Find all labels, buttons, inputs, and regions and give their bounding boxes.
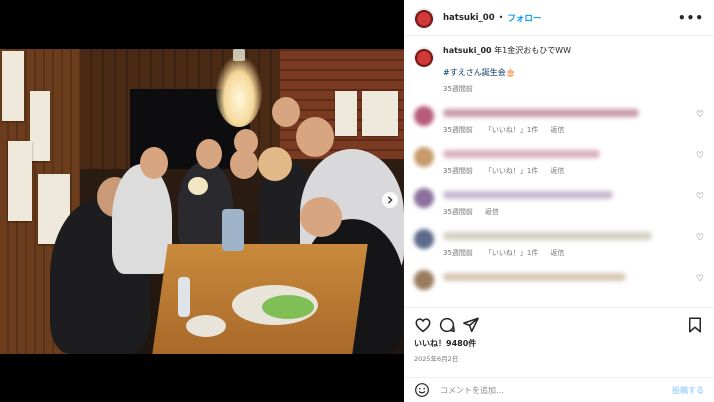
chevron-right-icon — [387, 196, 393, 204]
comment-text-blurred — [443, 150, 600, 158]
comment-input[interactable] — [440, 385, 672, 395]
separator-dot: • — [498, 13, 504, 22]
next-photo-button[interactable] — [382, 192, 398, 208]
bookmark-icon[interactable] — [686, 316, 704, 334]
comment-time: 35週間前 — [443, 167, 473, 175]
comment-meta: 35週間前 「いいね！」1件 返信 — [443, 125, 704, 135]
comment-text-blurred — [443, 273, 626, 281]
caption-avatar[interactable] — [414, 47, 434, 67]
comment-text-blurred — [443, 232, 652, 240]
post-photo[interactable] — [0, 49, 404, 354]
photo-pane — [0, 0, 404, 402]
post-date: 2025年6月2日 — [414, 355, 459, 363]
emoji-icon[interactable] — [414, 382, 430, 398]
caption-username[interactable]: hatsuki_00 — [443, 46, 492, 55]
comment-meta: 35週間前 「いいね！」1件 返信 — [443, 166, 704, 176]
commenter-avatar[interactable] — [414, 106, 434, 126]
comment-meta: 35週間前 返信 — [443, 207, 704, 217]
reply-button[interactable]: 返信 — [550, 166, 564, 176]
comment-likes[interactable]: 「いいね！」1件 — [485, 166, 538, 176]
author-avatar[interactable] — [414, 7, 434, 28]
follow-button[interactable]: フォロー — [507, 12, 541, 24]
comment-likes[interactable]: 「いいね！」1件 — [485, 248, 538, 258]
commenter-avatar[interactable] — [414, 188, 434, 208]
commenter-avatar[interactable] — [414, 147, 434, 167]
comment-like-icon[interactable]: ♡ — [696, 233, 704, 243]
action-bar: いいね！9480件 2025年6月2日 — [404, 307, 714, 377]
commenter-avatar[interactable] — [414, 270, 434, 290]
post-modal: hatsuki_00 • フォロー ••• hatsuki_00 年1金沢おもひ… — [0, 0, 714, 402]
post-comment-button[interactable]: 投稿する — [672, 385, 704, 396]
comment-meta: 35週間前 「いいね！」1件 返信 — [443, 248, 704, 258]
post-header: hatsuki_00 • フォロー ••• — [404, 0, 714, 36]
comment-like-icon[interactable]: ♡ — [696, 192, 704, 202]
comment-time: 35週間前 — [443, 249, 473, 257]
reply-button[interactable]: 返信 — [485, 207, 499, 217]
comment-text-blurred — [443, 109, 639, 117]
caption-time: 35週間前 — [443, 85, 473, 93]
comment-time: 35週間前 — [443, 126, 473, 134]
comment-like-icon[interactable]: ♡ — [696, 274, 704, 284]
caption-hashtag[interactable]: #すえさん誕生会🎂 — [443, 67, 704, 78]
share-icon[interactable] — [462, 316, 480, 334]
comment-icon[interactable] — [438, 316, 456, 334]
info-pane: hatsuki_00 • フォロー ••• hatsuki_00 年1金沢おもひ… — [404, 0, 714, 402]
comment-item: ♡ — [414, 270, 704, 290]
reply-button[interactable]: 返信 — [550, 248, 564, 258]
likes-count[interactable]: いいね！9480件 — [414, 338, 704, 349]
comment-like-icon[interactable]: ♡ — [696, 110, 704, 120]
comment-item: 35週間前 返信 ♡ — [414, 188, 704, 217]
comment-item: 35週間前 「いいね！」1件 返信 ♡ — [414, 229, 704, 258]
commenter-avatar[interactable] — [414, 229, 434, 249]
comment-text-blurred — [443, 191, 613, 199]
comment-time: 35週間前 — [443, 208, 473, 216]
comment-likes[interactable]: 「いいね！」1件 — [485, 125, 538, 135]
more-options-icon[interactable]: ••• — [678, 11, 704, 25]
post-caption: hatsuki_00 年1金沢おもひでWW #すえさん誕生会🎂 35週間前 — [414, 45, 704, 94]
reply-button[interactable]: 返信 — [550, 125, 564, 135]
comment-item: 35週間前 「いいね！」1件 返信 ♡ — [414, 106, 704, 135]
comment-like-icon[interactable]: ♡ — [696, 151, 704, 161]
add-comment-bar: 投稿する — [404, 377, 714, 402]
caption-text: 年1金沢おもひでWW — [494, 46, 572, 55]
heart-icon[interactable] — [414, 316, 432, 334]
comment-item: 35週間前 「いいね！」1件 返信 ♡ — [414, 147, 704, 176]
comments-list[interactable]: hatsuki_00 年1金沢おもひでWW #すえさん誕生会🎂 35週間前 35… — [404, 36, 714, 307]
author-username[interactable]: hatsuki_00 — [443, 13, 495, 23]
